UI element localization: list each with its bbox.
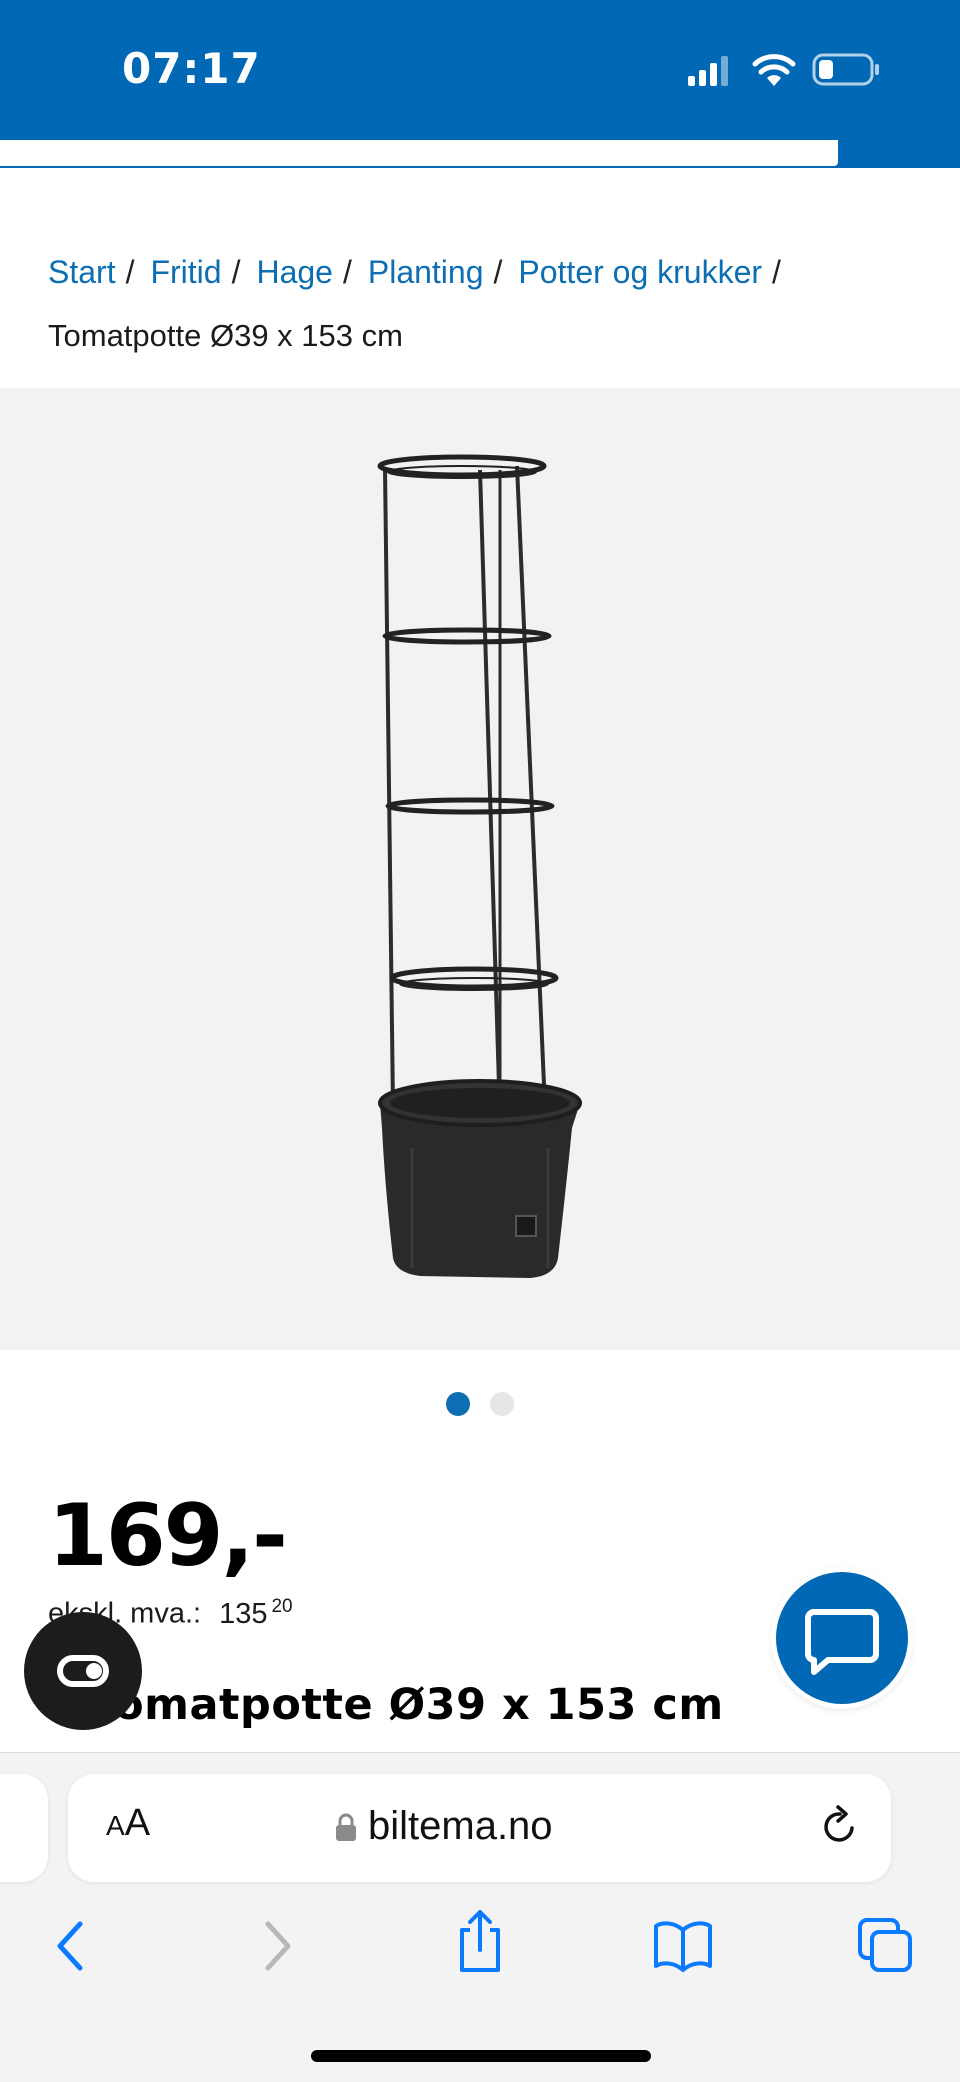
breadcrumb-hage[interactable]: Hage <box>256 254 333 290</box>
breadcrumb-start[interactable]: Start <box>48 254 116 290</box>
gallery-dot-1[interactable] <box>446 1392 470 1416</box>
breadcrumb: Start / Fritid / Hage / Planting / Potter og kru… <box>48 240 928 368</box>
book-icon[interactable] <box>652 1918 714 1974</box>
tabs-icon[interactable] <box>856 1916 916 1976</box>
cookie-settings-button[interactable] <box>24 1612 142 1730</box>
chat-bubble-icon <box>805 1609 879 1675</box>
ex-vat-value: 135 20 <box>219 1596 293 1630</box>
status-time: 07:17 <box>122 44 261 93</box>
breadcrumb-fritid[interactable]: Fritid <box>150 254 221 290</box>
breadcrumb-current: Tomatpotte Ø39 x 153 cm <box>48 318 403 353</box>
url-text: biltema.no <box>368 1804 553 1848</box>
browser-nav-row <box>0 1910 960 1980</box>
page-load-progress <box>0 140 838 166</box>
cookie-settings-icon <box>57 1655 109 1687</box>
breadcrumb-planting[interactable]: Planting <box>368 254 484 290</box>
wifi-icon <box>752 54 796 86</box>
address-bar[interactable]: AA biltema.no <box>68 1774 891 1882</box>
battery-icon <box>812 53 879 86</box>
chevron-left-icon[interactable] <box>50 1918 90 1974</box>
product-image <box>377 454 582 1278</box>
text-size-button[interactable]: AA <box>106 1802 150 1845</box>
home-indicator <box>311 2050 651 2062</box>
chat-button[interactable] <box>776 1572 908 1704</box>
product-price: 169,- <box>48 1486 288 1586</box>
share-icon[interactable] <box>452 1906 508 1976</box>
previous-tab-preview[interactable] <box>0 1774 48 1882</box>
gallery-dot-2[interactable] <box>490 1392 514 1416</box>
product-image-gallery[interactable] <box>0 388 960 1350</box>
signal-icon <box>688 56 728 86</box>
lock-icon <box>336 1813 356 1841</box>
product-title: Tomatpotte Ø39 x 153 cm <box>90 1680 724 1730</box>
chevron-right-icon[interactable] <box>258 1918 298 1974</box>
reload-icon[interactable] <box>818 1804 862 1848</box>
breadcrumb-potter-og-krukker[interactable]: Potter og krukker <box>518 254 762 290</box>
